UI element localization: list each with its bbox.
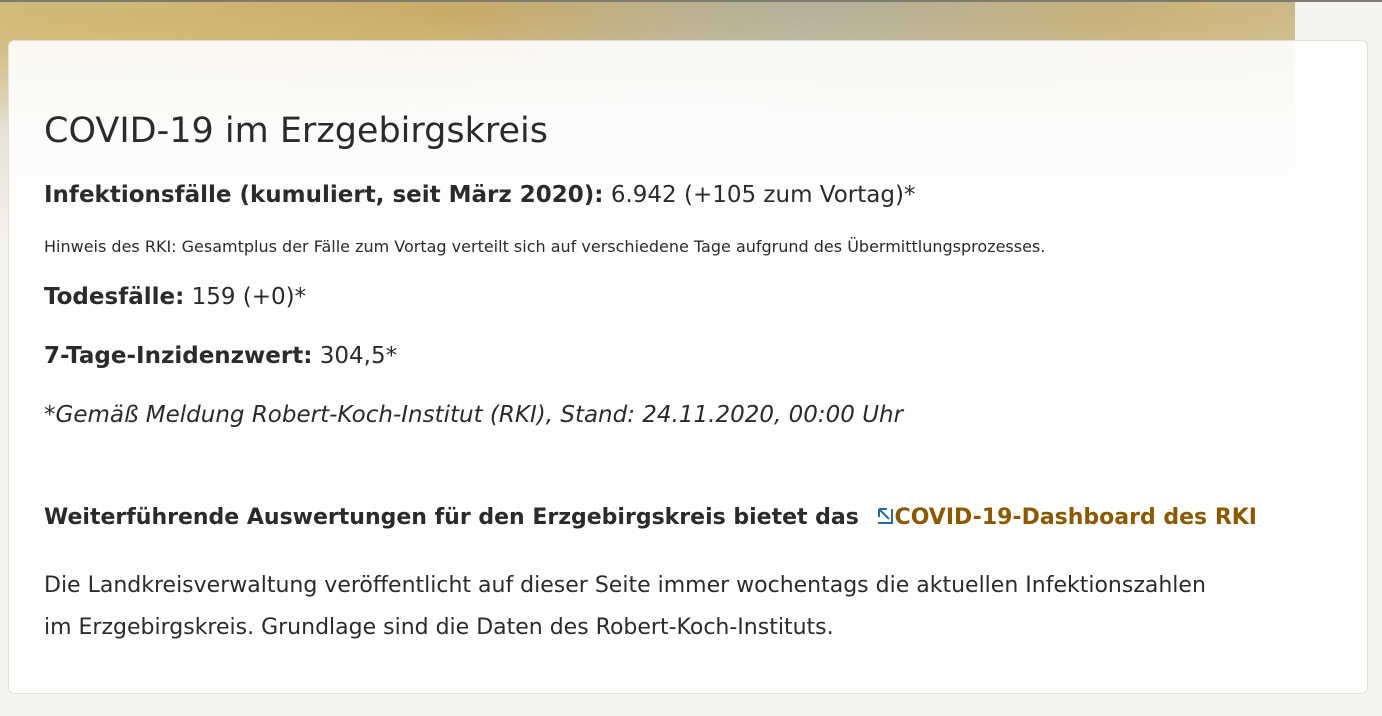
deaths-value: 159 (+0)* xyxy=(191,284,307,310)
incidence-label: 7-Tage-Inzidenzwert: xyxy=(44,343,313,369)
infection-cases-row: Infektionsfälle (kumuliert, seit März 20… xyxy=(44,182,915,208)
infection-cases-label: Infektionsfälle (kumuliert, seit März 20… xyxy=(44,182,604,208)
incidence-row: 7-Tage-Inzidenzwert: 304,5* xyxy=(44,343,397,369)
incidence-value: 304,5* xyxy=(319,343,398,369)
further-analysis-row: Weiterführende Auswertungen für den Erzg… xyxy=(44,505,1257,530)
source-note: *Gemäß Meldung Robert-Koch-Institut (RKI… xyxy=(44,402,904,428)
page-description: Die Landkreisverwaltung veröffentlicht a… xyxy=(44,573,1206,640)
infection-cases-value: 6.942 (+105 zum Vortag)* xyxy=(610,182,916,208)
external-link-icon xyxy=(877,508,893,524)
covid-info-card: COVID-19 im Erzgebirgskreis Infektionsfä… xyxy=(8,40,1368,694)
page-title: COVID-19 im Erzgebirgskreis xyxy=(44,111,548,151)
top-divider xyxy=(0,0,1382,2)
further-analysis-text: Weiterführende Auswertungen für den Erzg… xyxy=(44,505,859,530)
deaths-label: Todesfälle: xyxy=(44,284,185,310)
deaths-row: Todesfälle: 159 (+0)* xyxy=(44,284,306,310)
rki-dashboard-link[interactable]: COVID-19-Dashboard des RKI xyxy=(895,505,1257,530)
rki-hint: Hinweis des RKI: Gesamtplus der Fälle zu… xyxy=(44,237,1046,256)
